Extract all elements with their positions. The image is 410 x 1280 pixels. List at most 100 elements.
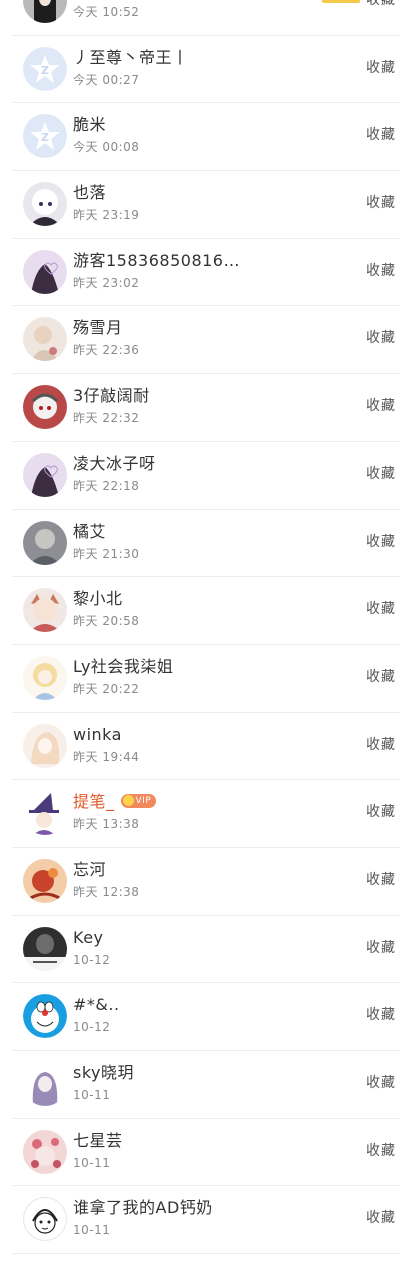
avatar[interactable] [23, 317, 67, 362]
visit-time: 10-11 [73, 1088, 111, 1102]
avatar[interactable] [23, 655, 67, 700]
visitor-row[interactable]: 黎小北昨天 20:58 收藏 [12, 577, 400, 645]
visitor-row[interactable]: 凌大冰子呀昨天 22:18 收藏 [12, 442, 400, 510]
visitor-name[interactable]: 橘艾 [73, 522, 106, 542]
avatar[interactable] [23, 1197, 67, 1242]
favorite-button[interactable]: 收藏 [366, 938, 396, 958]
visitor-row[interactable]: 殇雪月昨天 22:36 收藏 [12, 306, 400, 375]
visitor-row[interactable]: 谁拿了我的AD钙奶 10-11 收藏 [12, 1186, 400, 1255]
visitor-row[interactable]: 水蜜桃Leo今天 10:52收藏 [12, 0, 400, 36]
favorite-button[interactable]: 收藏 [366, 328, 396, 348]
visit-time: 今天 00:27 [73, 72, 140, 87]
visitor-row[interactable]: 3仔敲阔耐昨天 22:32 收藏 [12, 374, 400, 442]
visit-time: 昨天 23:02 [73, 275, 140, 290]
favorite-button[interactable]: 收藏 [366, 1141, 396, 1161]
visitor-name[interactable]: 丿至尊丶帝王丨 [73, 48, 189, 68]
avatar[interactable] [23, 1062, 67, 1106]
visit-time: 昨天 22:18 [73, 478, 140, 493]
avatar[interactable] [23, 452, 67, 497]
visit-time: 10-12 [73, 952, 111, 967]
visitor-name[interactable]: 提笔_ VIP [73, 792, 157, 812]
avatar[interactable] [23, 385, 67, 430]
visit-time: 昨天 19:44 [73, 749, 140, 764]
favorite-button[interactable]: 收藏 [366, 125, 396, 145]
favorite-button[interactable]: 收藏 [366, 667, 396, 687]
visit-time: 昨天 22:36 [73, 343, 140, 358]
favorite-button[interactable]: 收藏 [366, 1208, 396, 1228]
visitor-row[interactable]: 也落昨天 23:19 收藏 [12, 171, 400, 239]
visitor-name-text: Ly社会我柒姐 [73, 656, 174, 676]
avatar[interactable] [23, 994, 67, 1039]
visitor-name[interactable]: 凌大冰子呀 [73, 454, 156, 474]
favorite-button[interactable]: 收藏 [366, 1005, 396, 1025]
vip-label: VIP [135, 795, 152, 806]
visitor-row[interactable]: winka 昨天 19:44 收藏 [12, 713, 400, 781]
visitor-name[interactable]: 忘河 [73, 860, 106, 880]
avatar[interactable] [23, 520, 67, 565]
visitor-row[interactable]: Ly社会我柒姐 昨天 20:22 收藏 [12, 645, 400, 713]
avatar[interactable] [23, 588, 67, 633]
visitor-name[interactable]: 谁拿了我的AD钙奶 [73, 1198, 213, 1218]
visitor-row[interactable]: sky晓玥 10-11 收藏 [12, 1051, 400, 1119]
visitor-name[interactable]: 黎小北 [73, 589, 123, 609]
visitor-name[interactable]: Ly社会我柒姐 [73, 657, 173, 677]
visitor-name[interactable]: 3仔敲阔耐 [73, 386, 150, 406]
visit-time: 今天 10:52 [73, 5, 140, 19]
visitor-row[interactable]: Z 丿至尊丶帝王丨今天 00:27 收藏 [12, 36, 400, 104]
avatar[interactable]: Z [23, 114, 67, 159]
visitor-row[interactable]: Z 脆米 今天 00:08 收藏 [12, 103, 400, 172]
visitor-name[interactable]: winka [73, 725, 122, 745]
visit-time: 昨天 20:58 [73, 614, 140, 629]
visitor-name-text: Key [73, 927, 104, 947]
favorite-button[interactable]: 收藏 [366, 193, 396, 213]
visit-time: 昨天 22:32 [73, 411, 140, 426]
visitor-name-text: 谁拿了我的AD钙奶 [73, 1198, 213, 1218]
avatar[interactable] [23, 182, 67, 227]
avatar[interactable] [23, 926, 67, 971]
favorite-button[interactable]: 收藏 [366, 0, 396, 10]
favorite-button[interactable]: 收藏 [366, 464, 396, 484]
visitor-name[interactable]: 七星芸 [73, 1131, 123, 1151]
visitor-name-text: 游客15836850816… [73, 250, 240, 270]
visitor-row[interactable]: 橘艾 昨天 21:30 收藏 [12, 510, 400, 578]
avatar[interactable]: Z [23, 46, 67, 91]
favorite-button[interactable]: 收藏 [366, 396, 396, 416]
visitor-name[interactable]: #*&.. [73, 995, 120, 1015]
visitor-row[interactable]: 七星芸 10-11 收藏 [12, 1119, 400, 1187]
visitor-row[interactable]: #*&.. 10-12 收藏 [12, 983, 400, 1051]
favorite-button[interactable]: 收藏 [366, 261, 396, 281]
visitor-name[interactable]: Key [73, 928, 104, 948]
visitor-row[interactable]: Key 10-12 收藏 [12, 916, 400, 984]
visitor-name-text: 七星芸 [73, 1130, 123, 1150]
favorite-button[interactable]: 收藏 [366, 735, 396, 755]
favorite-button[interactable]: 收藏 [366, 802, 396, 822]
visitor-name-text: sky晓玥 [73, 1063, 135, 1082]
avatar[interactable] [23, 858, 67, 903]
favorite-button[interactable]: 收藏 [366, 599, 396, 619]
visitor-name[interactable]: 也落 [73, 183, 106, 203]
visitor-name[interactable]: sky晓玥 [73, 1063, 134, 1083]
avatar[interactable] [23, 249, 67, 294]
favorite-button[interactable]: 收藏 [366, 870, 396, 890]
visitor-name-text: 3仔敲阔耐 [73, 386, 150, 406]
visitor-name[interactable]: 脆米 [73, 115, 106, 135]
svg-text:Z: Z [41, 131, 49, 144]
visitor-name[interactable]: 殇雪月 [73, 318, 123, 338]
visit-time: 昨天 23:19 [73, 208, 140, 223]
visitor-row[interactable]: 提笔_ VIP 昨天 13:38 收藏 [12, 780, 400, 848]
avatar[interactable] [23, 791, 67, 836]
favorite-button[interactable]: 收藏 [366, 1073, 396, 1093]
visitor-row[interactable]: 游客15836850816… 昨天 23:02 收藏 [12, 239, 400, 307]
visit-time: 10-12 [73, 1020, 111, 1035]
favorite-button[interactable]: 收藏 [366, 58, 396, 78]
visitor-name-text: 殇雪月 [73, 318, 123, 338]
favorite-button[interactable]: 收藏 [366, 532, 396, 552]
visitor-list: 水蜜桃Leo今天 10:52收藏Z丿至尊丶帝王丨今天 00:27收藏Z脆米今天 … [0, 0, 410, 1255]
avatar[interactable] [23, 0, 67, 23]
avatar[interactable] [23, 1129, 67, 1174]
visitor-name-text: 也落 [73, 183, 107, 203]
visitor-row[interactable]: 忘河 昨天 12:38 收藏 [12, 848, 400, 916]
avatar[interactable] [23, 723, 67, 768]
visitor-name[interactable]: 游客15836850816… [73, 251, 240, 271]
visitor-name-text: 凌大冰子呀 [73, 453, 156, 473]
